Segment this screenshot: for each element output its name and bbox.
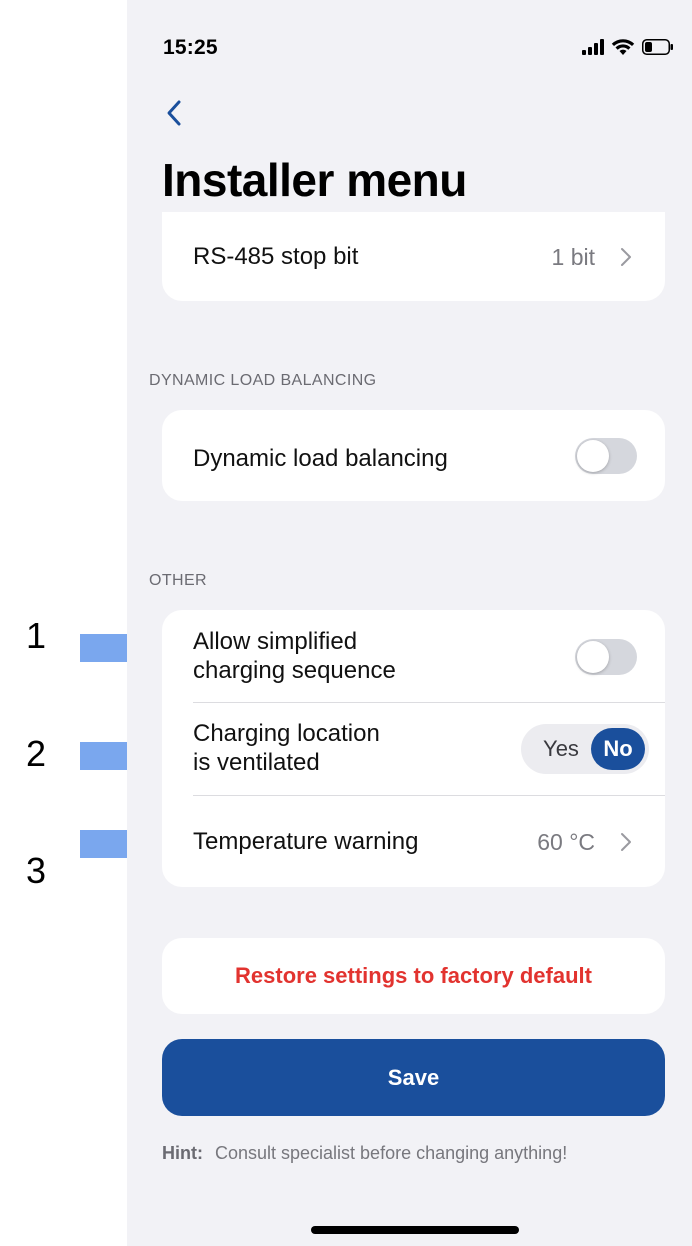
temperature-warning-label: Temperature warning bbox=[193, 828, 419, 855]
page-title: Installer menu bbox=[162, 154, 467, 206]
ventilated-no-option[interactable]: No bbox=[591, 728, 645, 770]
annotation-number-1: 1 bbox=[26, 615, 47, 656]
rs485-card: RS-485 stop bit 1 bit bbox=[162, 212, 665, 301]
dlb-card: Dynamic load balancing bbox=[162, 410, 665, 501]
chevron-right-icon bbox=[621, 248, 631, 266]
annotation-number-3: 3 bbox=[26, 850, 47, 891]
save-button[interactable]: Save bbox=[162, 1039, 665, 1116]
toggle-knob bbox=[577, 641, 609, 673]
ventilated-label: Charging location is ventilated bbox=[193, 719, 380, 777]
chevron-right-icon bbox=[621, 833, 631, 851]
ventilated-yes-option[interactable]: Yes bbox=[525, 736, 591, 762]
ventilated-row: Charging location is ventilated Yes No bbox=[162, 703, 665, 795]
ventilated-segmented-control: Yes No bbox=[521, 724, 649, 774]
dynamic-load-balancing-toggle[interactable] bbox=[575, 438, 637, 474]
dynamic-load-balancing-label: Dynamic load balancing bbox=[193, 445, 448, 472]
ventilated-label-line1: Charging location bbox=[193, 720, 380, 747]
hint-text: Hint: Consult specialist before changing … bbox=[162, 1143, 567, 1164]
phone-screen: 15:25 Installer menu RS-485 stop bit 1 b… bbox=[127, 0, 692, 1246]
status-icons bbox=[582, 38, 674, 56]
home-indicator bbox=[311, 1226, 519, 1234]
rs485-stop-bit-label: RS-485 stop bit bbox=[193, 243, 359, 270]
back-chevron-icon[interactable] bbox=[163, 96, 187, 130]
wifi-icon bbox=[611, 39, 635, 55]
ventilated-label-line2: is ventilated bbox=[193, 749, 320, 776]
battery-icon bbox=[642, 39, 673, 55]
restore-factory-default-button[interactable]: Restore settings to factory default bbox=[162, 938, 665, 1014]
simplified-sequence-label: Allow simplified charging sequence bbox=[193, 627, 396, 685]
other-card: Allow simplified charging sequence Charg… bbox=[162, 610, 665, 887]
hint-message: Consult specialist before changing anyth… bbox=[214, 1143, 568, 1163]
simplified-sequence-label-line1: Allow simplified bbox=[193, 628, 358, 655]
rs485-stop-bit-row[interactable]: RS-485 stop bit 1 bit bbox=[162, 212, 665, 301]
simplified-sequence-row: Allow simplified charging sequence bbox=[162, 610, 665, 702]
annotation-number-2: 2 bbox=[26, 733, 47, 774]
rs485-stop-bit-value: 1 bit bbox=[551, 244, 595, 270]
toggle-knob bbox=[577, 440, 609, 472]
cellular-signal-icon bbox=[582, 39, 604, 55]
simplified-sequence-label-line2: charging sequence bbox=[193, 657, 396, 684]
status-time: 15:25 bbox=[163, 36, 218, 59]
temperature-warning-value: 60 °C bbox=[537, 829, 595, 855]
dynamic-load-balancing-row: Dynamic load balancing bbox=[162, 410, 665, 501]
section-header-other: OTHER bbox=[149, 572, 207, 589]
temperature-warning-row[interactable]: Temperature warning 60 °C bbox=[162, 796, 665, 887]
simplified-sequence-toggle[interactable] bbox=[575, 639, 637, 675]
section-header-dynamic-load-balancing: DYNAMIC LOAD BALANCING bbox=[149, 372, 377, 389]
hint-prefix: Hint: bbox=[162, 1143, 203, 1163]
